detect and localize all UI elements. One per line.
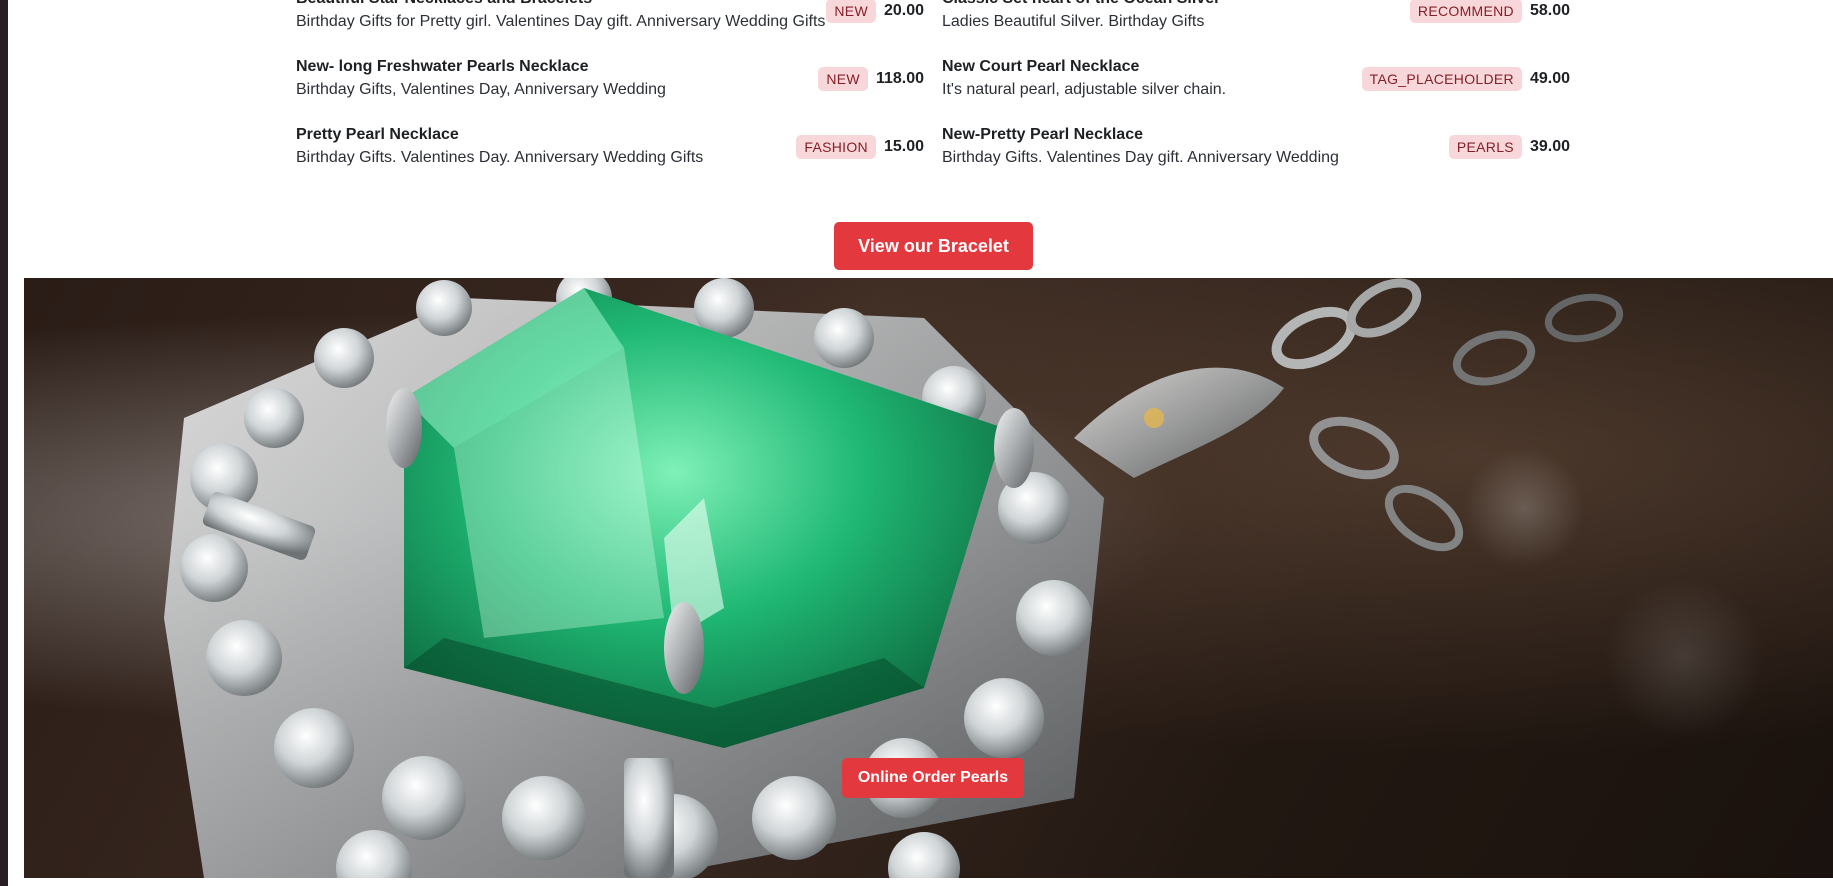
item-name: New Court Pearl Necklace <box>942 58 1140 75</box>
item-tag: RECOMMEND <box>1409 0 1522 23</box>
item-price: 20.00 <box>883 2 924 19</box>
item-description: Birthday Gifts. Valentines Day gift. Ann… <box>942 149 1339 166</box>
item-tag: NEW <box>826 0 876 23</box>
item-meta: NEW 20.00 <box>826 0 924 23</box>
item-meta: PEARLS 39.00 <box>1448 135 1570 159</box>
item-name: Pretty Pearl Necklace <box>296 126 459 143</box>
menu-item[interactable]: Beautiful Star Necklaces and Bracelets B… <box>296 0 924 58</box>
menu-item[interactable]: New- long Freshwater Pearls Necklace Bir… <box>296 58 924 126</box>
item-description: Birthday Gifts for Pretty girl. Valentin… <box>296 13 826 30</box>
item-meta: FASHION 15.00 <box>796 135 924 159</box>
item-tag: TAG_PLACEHOLDER <box>1361 67 1522 91</box>
online-order-pearls-button[interactable]: Online Order Pearls <box>842 758 1024 798</box>
menu-item[interactable]: Classic Set heart of the Ocean Silver La… <box>942 0 1570 58</box>
item-description: Birthday Gifts. Valentines Day. Annivers… <box>296 149 704 166</box>
item-meta: RECOMMEND 58.00 <box>1409 0 1570 23</box>
page: Beautiful Star Necklaces and Bracelets B… <box>0 0 1833 886</box>
view-bracelet-button[interactable]: View our Bracelet <box>834 222 1033 270</box>
item-description: Ladies Beautiful Silver. Birthday Gifts <box>942 13 1205 30</box>
item-meta: TAG_PLACEHOLDER 49.00 <box>1361 67 1570 91</box>
item-meta: NEW 118.00 <box>818 67 924 91</box>
item-tag: NEW <box>818 67 868 91</box>
item-name: Beautiful Star Necklaces and Bracelets <box>296 0 592 8</box>
item-price: 39.00 <box>1529 138 1570 155</box>
left-edge-bar <box>0 0 8 886</box>
menu-item[interactable]: New-Pretty Pearl Necklace Birthday Gifts… <box>942 126 1570 194</box>
item-description: Birthday Gifts, Valentines Day, Annivers… <box>296 81 666 98</box>
item-price: 118.00 <box>875 70 924 87</box>
item-price: 15.00 <box>883 138 924 155</box>
item-tag: PEARLS <box>1448 135 1522 159</box>
item-name: New- long Freshwater Pearls Necklace <box>296 58 589 75</box>
menu-item[interactable]: Pretty Pearl Necklace Birthday Gifts. Va… <box>296 126 924 194</box>
product-menu: Beautiful Star Necklaces and Bracelets B… <box>296 0 1570 194</box>
item-tag: FASHION <box>796 135 876 159</box>
menu-item[interactable]: New Court Pearl Necklace It's natural pe… <box>942 58 1570 126</box>
item-description: It's natural pearl, adjustable silver ch… <box>942 81 1227 98</box>
item-price: 58.00 <box>1529 2 1570 19</box>
item-name: New-Pretty Pearl Necklace <box>942 126 1143 143</box>
item-price: 49.00 <box>1529 70 1570 87</box>
item-name: Classic Set heart of the Ocean Silver <box>942 0 1220 8</box>
